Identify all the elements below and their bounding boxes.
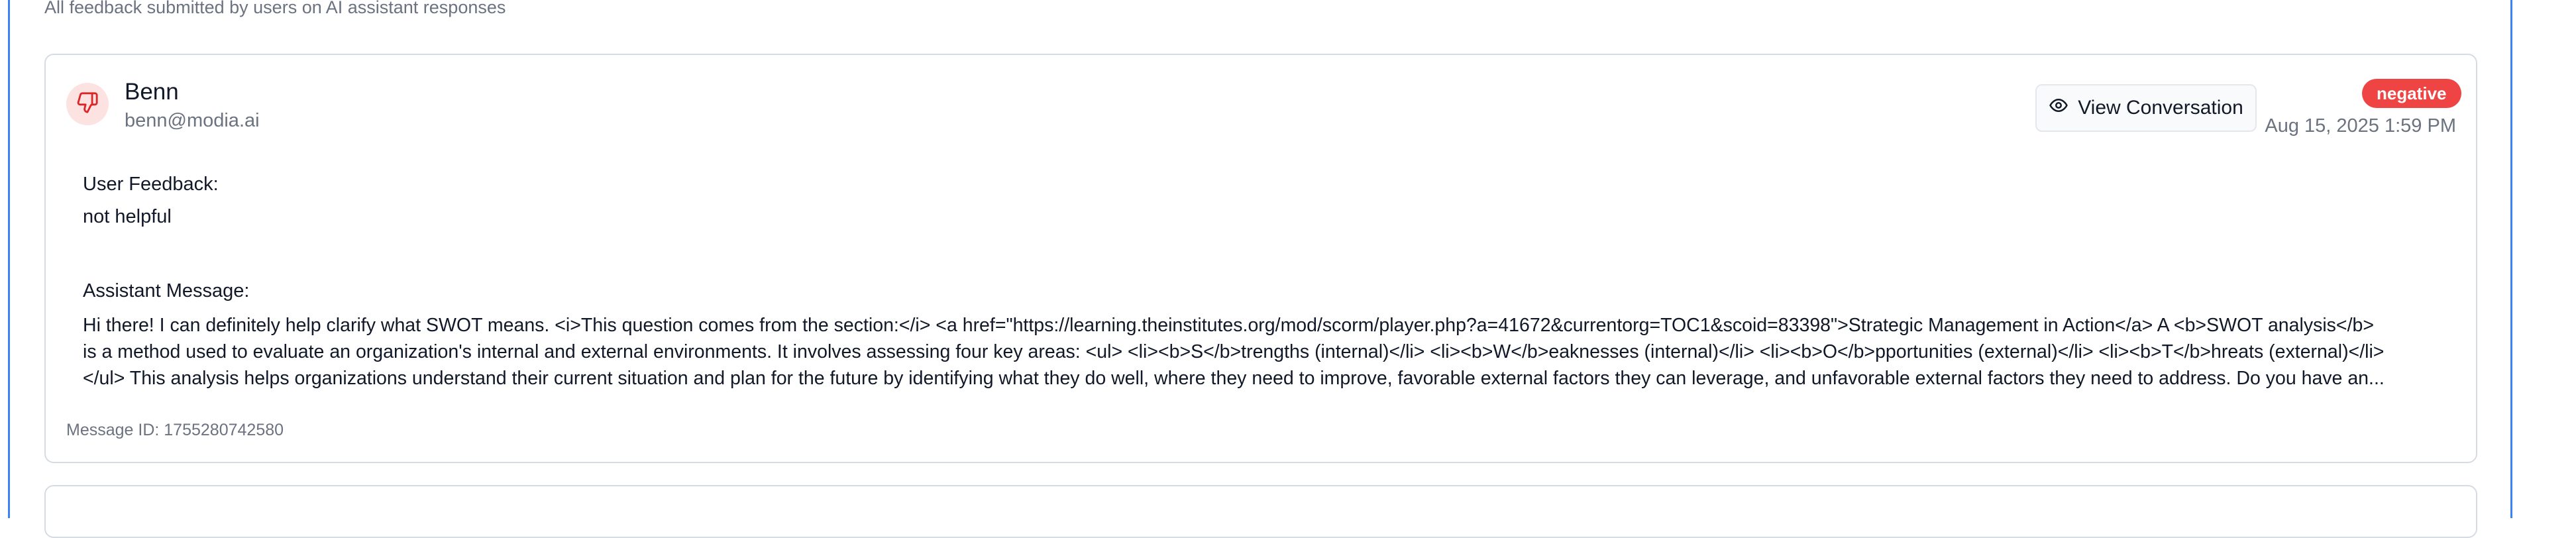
user-email: benn@modia.ai [125, 110, 260, 131]
user-feedback-label: User Feedback: [83, 174, 219, 195]
assistant-message-label: Assistant Message: [83, 280, 250, 301]
user-feedback-text: not helpful [83, 206, 172, 227]
feedback-card: Benn benn@modia.ai View Conversation neg… [44, 54, 2477, 463]
assistant-message-line: is a method used to evaluate an organiza… [83, 341, 2385, 362]
eye-icon [2049, 95, 2068, 121]
thumbs-down-icon [76, 91, 99, 117]
message-id: Message ID: 1755280742580 [66, 421, 284, 439]
assistant-message-text: Hi there! I can definitely help clarify … [83, 312, 2481, 392]
view-conversation-label: View Conversation [2078, 97, 2243, 119]
feedback-timestamp: Aug 15, 2025 1:59 PM [2265, 115, 2456, 136]
assistant-message-line: </ul> This analysis helps organizations … [83, 368, 2385, 389]
page-subtitle: All feedback submitted by users on AI as… [44, 0, 506, 17]
view-conversation-button[interactable]: View Conversation [2035, 84, 2257, 132]
next-feedback-card [44, 485, 2477, 538]
assistant-message-line: Hi there! I can definitely help clarify … [83, 315, 2374, 336]
feedback-avatar [66, 83, 109, 125]
user-name: Benn [125, 79, 179, 105]
sentiment-badge: negative [2362, 79, 2461, 108]
